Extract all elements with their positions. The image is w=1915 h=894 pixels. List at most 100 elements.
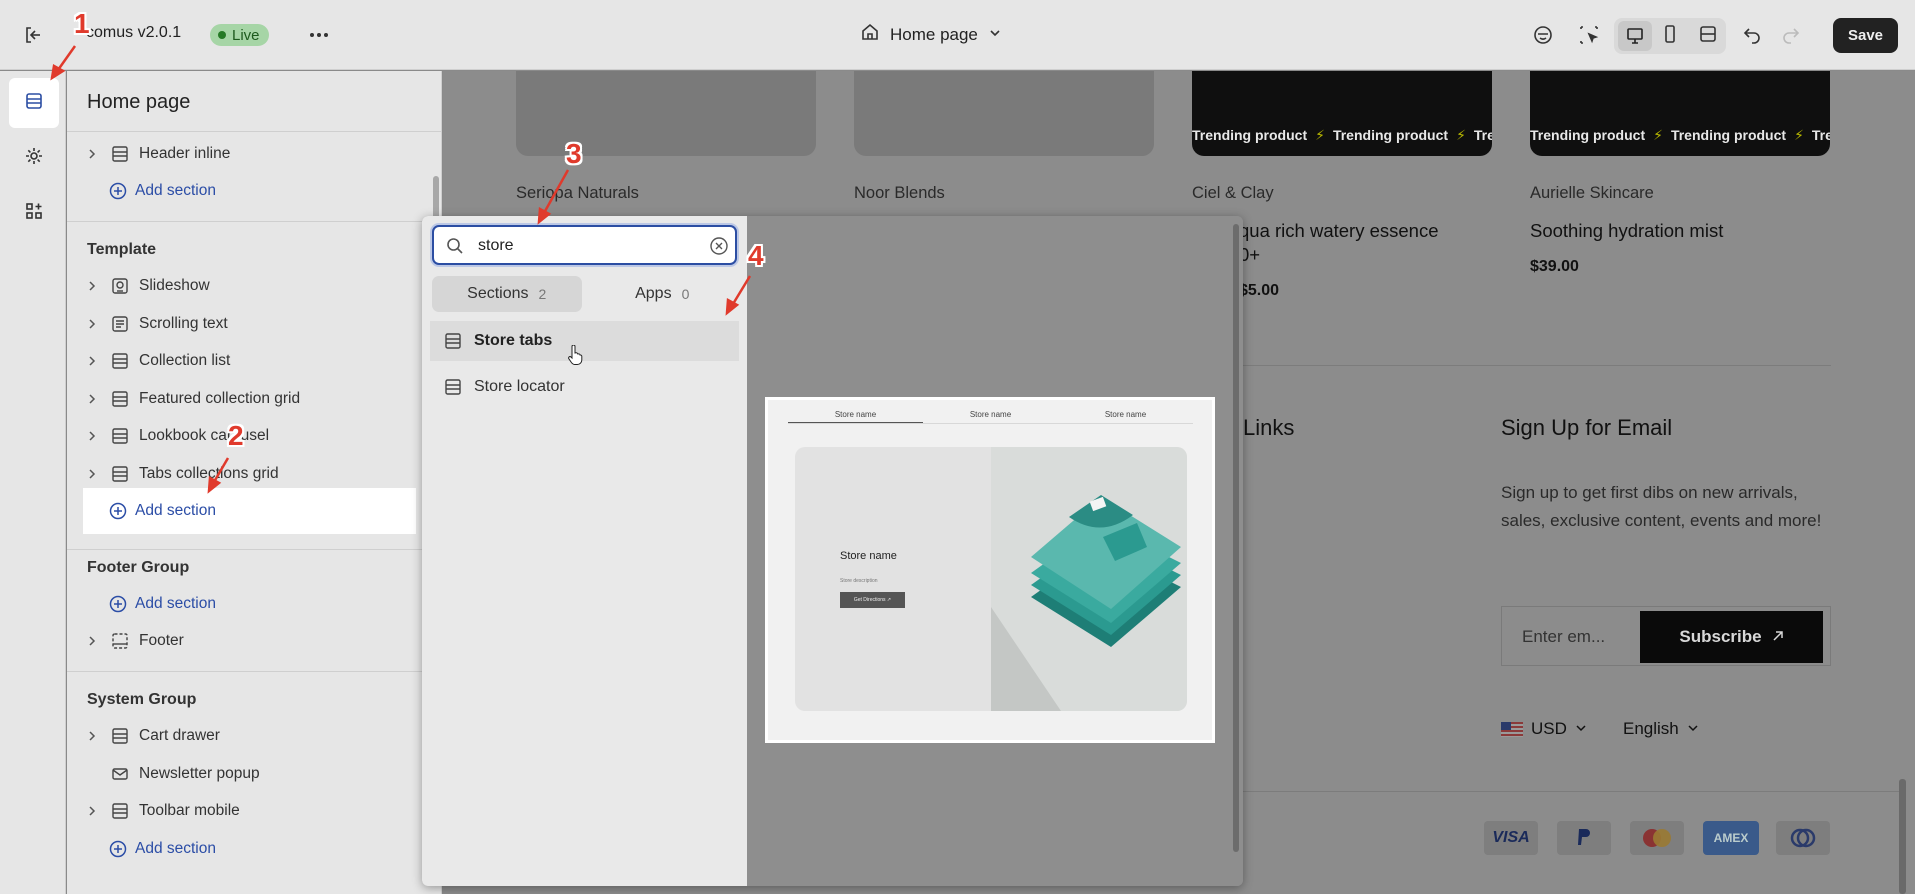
add-section-footer[interactable]: Add section [87, 589, 216, 619]
language-selector[interactable]: English [1623, 719, 1699, 739]
result-store-locator[interactable]: Store locator [430, 367, 739, 407]
search-icon [446, 237, 464, 260]
more-options-icon[interactable] [308, 25, 330, 45]
section-label: Collection list [139, 352, 231, 369]
subscribe-button[interactable]: Subscribe [1640, 611, 1823, 663]
apps-icon [24, 201, 44, 226]
product-vendor: Aurielle Skincare [1530, 184, 1654, 202]
product-vendor: Seriopa Naturals [516, 184, 639, 202]
add-section-template[interactable]: Add section [87, 496, 216, 526]
chevron-right-icon[interactable] [87, 731, 99, 741]
section-toolbar-mobile[interactable]: Toolbar mobile [87, 796, 240, 826]
add-section-label: Add section [135, 502, 216, 519]
add-section-system[interactable]: Add section [87, 834, 216, 864]
chevron-right-icon[interactable] [87, 636, 99, 646]
section-icon [111, 465, 129, 483]
settings-rail-button[interactable] [9, 133, 59, 183]
chevron-right-icon[interactable] [87, 281, 99, 291]
result-tabs: Sections 2 Apps 0 [432, 276, 737, 312]
section-cart-drawer[interactable]: Cart drawer [87, 721, 220, 751]
plus-circle-icon [109, 840, 127, 858]
preview-store-name: Store name [840, 550, 897, 562]
add-section-header[interactable]: Add section [87, 176, 216, 206]
preview-tab: Store name [1104, 410, 1147, 419]
plus-circle-icon [109, 502, 127, 520]
section-label: Cart drawer [139, 727, 220, 744]
section-tabs-collections-grid[interactable]: Tabs collections grid [87, 459, 279, 489]
arrow-up-right-icon [1772, 627, 1784, 647]
section-icon [111, 727, 129, 745]
search-input[interactable] [478, 235, 688, 257]
app-title: comus v2.0.1 [86, 24, 182, 41]
product-price: $5.00 [1239, 282, 1280, 299]
system-group-label: System Group [87, 691, 197, 708]
section-scrolling-text[interactable]: Scrolling text [87, 309, 228, 339]
chevron-right-icon[interactable] [87, 469, 99, 479]
page-picker[interactable]: Home page [860, 22, 1002, 47]
section-header-inline[interactable]: Header inline [87, 139, 230, 169]
chevron-right-icon[interactable] [87, 806, 99, 816]
result-label: Store locator [474, 378, 565, 395]
section-featured-collection-grid[interactable]: Featured collection grid [87, 384, 300, 414]
section-icon [111, 390, 129, 408]
section-icon [111, 145, 129, 163]
section-label: Footer [139, 632, 184, 649]
product-title: Soothing hydration mist [1530, 220, 1724, 241]
save-button[interactable]: Save [1833, 18, 1898, 53]
mobile-view-icon[interactable] [1660, 24, 1680, 44]
clear-search-icon[interactable] [709, 236, 729, 261]
chevron-right-icon[interactable] [87, 394, 99, 404]
select-element-icon[interactable] [1578, 24, 1600, 46]
search-results-pane: Sections2 Apps0 Store tabs Store locator [422, 216, 747, 886]
page-name: Home page [890, 24, 978, 44]
home-icon [860, 22, 880, 47]
ai-helper-icon[interactable] [1532, 24, 1554, 46]
add-section-label: Add section [135, 840, 216, 857]
section-preview-thumbnail: Store name Store name Store name Store n… [765, 397, 1215, 743]
section-footer[interactable]: Footer [87, 626, 184, 656]
product-vendor: Ciel & Clay [1192, 184, 1274, 202]
result-store-tabs[interactable]: Store tabs [430, 321, 739, 361]
text-section-icon [111, 315, 129, 333]
currency-selector[interactable]: USD [1501, 719, 1587, 739]
section-slideshow[interactable]: Slideshow [87, 271, 210, 301]
hand-cursor-icon [567, 344, 583, 370]
tab-apps[interactable]: Apps 0 [588, 276, 738, 312]
redo-icon[interactable] [1781, 24, 1801, 44]
email-input[interactable]: Enter em... [1522, 627, 1605, 647]
preview-store-card: Store name Store description Get Directi… [795, 447, 1187, 711]
diners-club-icon [1776, 821, 1830, 855]
tab-sections[interactable]: Sections 2 [432, 276, 582, 312]
divider [67, 671, 441, 672]
apps-rail-button[interactable] [9, 188, 59, 238]
product-vendor: Noor Blends [854, 184, 945, 202]
tshirt-illustration [991, 447, 1187, 711]
divider [1239, 791, 1899, 792]
section-collection-list[interactable]: Collection list [87, 346, 230, 376]
fullscreen-view-icon[interactable] [1698, 24, 1718, 44]
chevron-right-icon[interactable] [87, 149, 99, 159]
product-image: Trending product⚡Trending product⚡Trendi… [1192, 71, 1492, 156]
section-newsletter-popup[interactable]: Newsletter popup [87, 759, 260, 789]
chevron-right-icon[interactable] [87, 431, 99, 441]
add-section-label: Add section [135, 595, 216, 612]
footer-group-label: Footer Group [87, 559, 190, 576]
left-rail [0, 71, 66, 894]
product-image [516, 71, 816, 156]
undo-icon[interactable] [1742, 24, 1762, 44]
chevron-right-icon[interactable] [87, 319, 99, 329]
trending-marquee: Trending product⚡Trending product⚡Trendi… [1530, 127, 1830, 143]
preview-scrollbar[interactable] [1899, 779, 1906, 894]
chevron-right-icon[interactable] [87, 356, 99, 366]
sidebar-title: Home page [87, 91, 191, 113]
section-label: Newsletter popup [139, 765, 260, 782]
product-price: $39.00 [1530, 258, 1579, 275]
exit-icon[interactable] [22, 24, 44, 46]
annotation-marker-4: 4 [748, 240, 764, 271]
live-badge: Live [210, 24, 269, 46]
sections-rail-button[interactable] [9, 78, 59, 128]
popup-scrollbar[interactable] [1233, 224, 1239, 852]
live-label: Live [232, 26, 260, 44]
desktop-view-icon[interactable] [1618, 21, 1652, 51]
preview-directions-button: Get Directions ↗ [840, 592, 905, 608]
